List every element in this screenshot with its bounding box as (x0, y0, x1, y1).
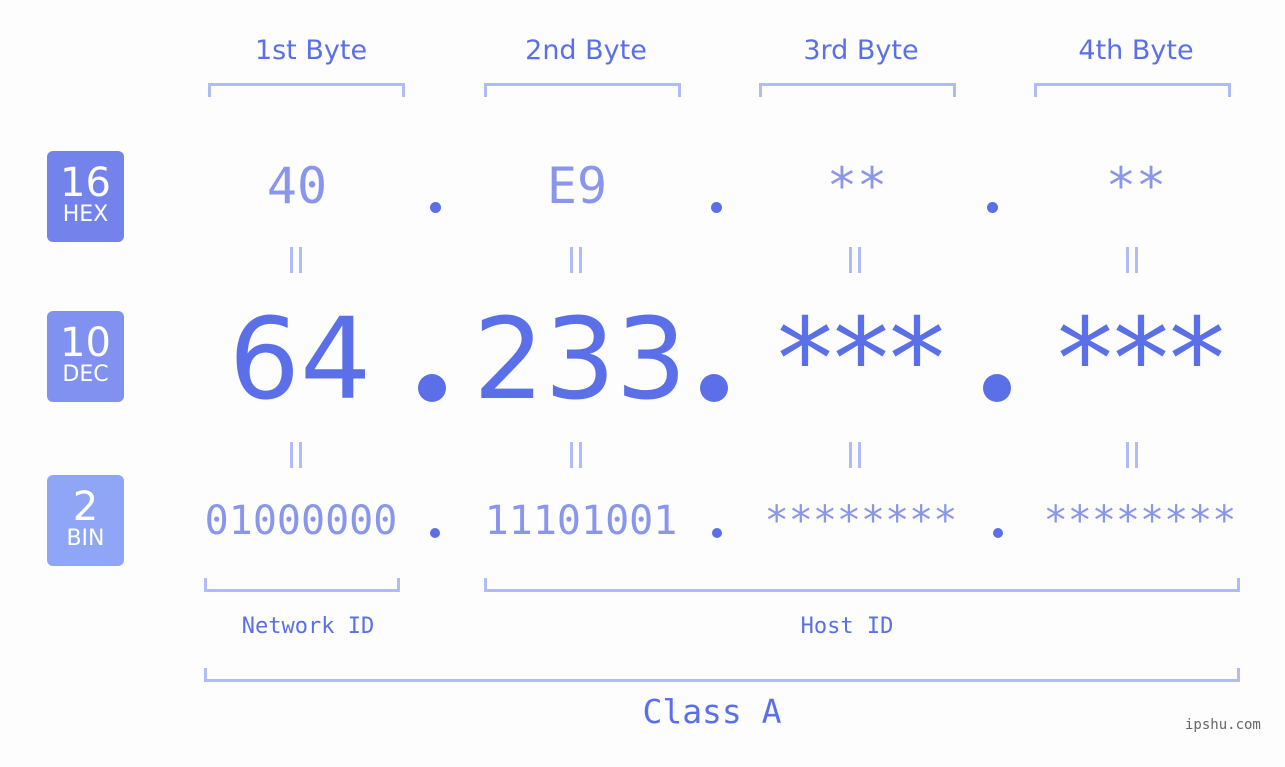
dec-dot-2 (700, 374, 728, 402)
dec-value-1: 64 (228, 295, 372, 425)
equals-icon (1126, 442, 1138, 468)
class-bracket (204, 668, 1240, 682)
host-id-bracket (484, 578, 1240, 592)
hex-dot-1 (430, 202, 441, 213)
byte-header-3: 3rd Byte (803, 35, 919, 66)
byte-bracket-2 (484, 83, 681, 97)
hex-dot-3 (987, 202, 998, 213)
byte-header-2: 2nd Byte (525, 35, 647, 66)
dec-label: DEC (62, 362, 109, 387)
equals-icon (849, 442, 861, 468)
dec-value-4: *** (1057, 295, 1225, 425)
bin-badge: 2 BIN (47, 475, 124, 566)
byte-bracket-1 (208, 83, 405, 97)
hex-label: HEX (62, 202, 109, 227)
bin-value-4: ******** (1043, 498, 1237, 544)
bin-dot-1 (430, 528, 440, 538)
network-id-label: Network ID (241, 614, 375, 639)
byte-header-4: 4th Byte (1078, 35, 1194, 66)
network-id-bracket (204, 578, 400, 592)
bin-label: BIN (66, 526, 105, 551)
hex-value-3: ** (826, 157, 888, 215)
bin-value-1: 01000000 (204, 498, 398, 544)
hex-base: 16 (60, 160, 111, 206)
host-id-label: Host ID (800, 614, 894, 639)
byte-bracket-4 (1034, 83, 1231, 97)
equals-icon (290, 442, 302, 468)
dec-badge: 10 DEC (47, 311, 124, 402)
hex-dot-2 (711, 202, 722, 213)
equals-icon (849, 247, 861, 273)
dec-value-2: 233 (473, 295, 687, 425)
hex-value-2: E9 (546, 157, 608, 215)
equals-icon (1126, 247, 1138, 273)
byte-bracket-3 (759, 83, 956, 97)
watermark: ipshu.com (1185, 717, 1261, 733)
equals-icon (570, 442, 582, 468)
bin-value-3: ******** (764, 498, 958, 544)
dec-base: 10 (60, 320, 111, 366)
bin-dot-2 (712, 528, 722, 538)
class-label: Class A (642, 692, 782, 731)
dec-dot-3 (983, 374, 1011, 402)
equals-icon (570, 247, 582, 273)
hex-badge: 16 HEX (47, 151, 124, 242)
dec-dot-1 (418, 374, 446, 402)
byte-header-1: 1st Byte (254, 35, 368, 66)
hex-value-1: 40 (266, 157, 328, 215)
hex-value-4: ** (1105, 157, 1167, 215)
equals-icon (290, 247, 302, 273)
bin-dot-3 (993, 528, 1003, 538)
bin-value-2: 11101001 (484, 498, 678, 544)
dec-value-3: *** (777, 295, 945, 425)
bin-base: 2 (72, 484, 99, 530)
